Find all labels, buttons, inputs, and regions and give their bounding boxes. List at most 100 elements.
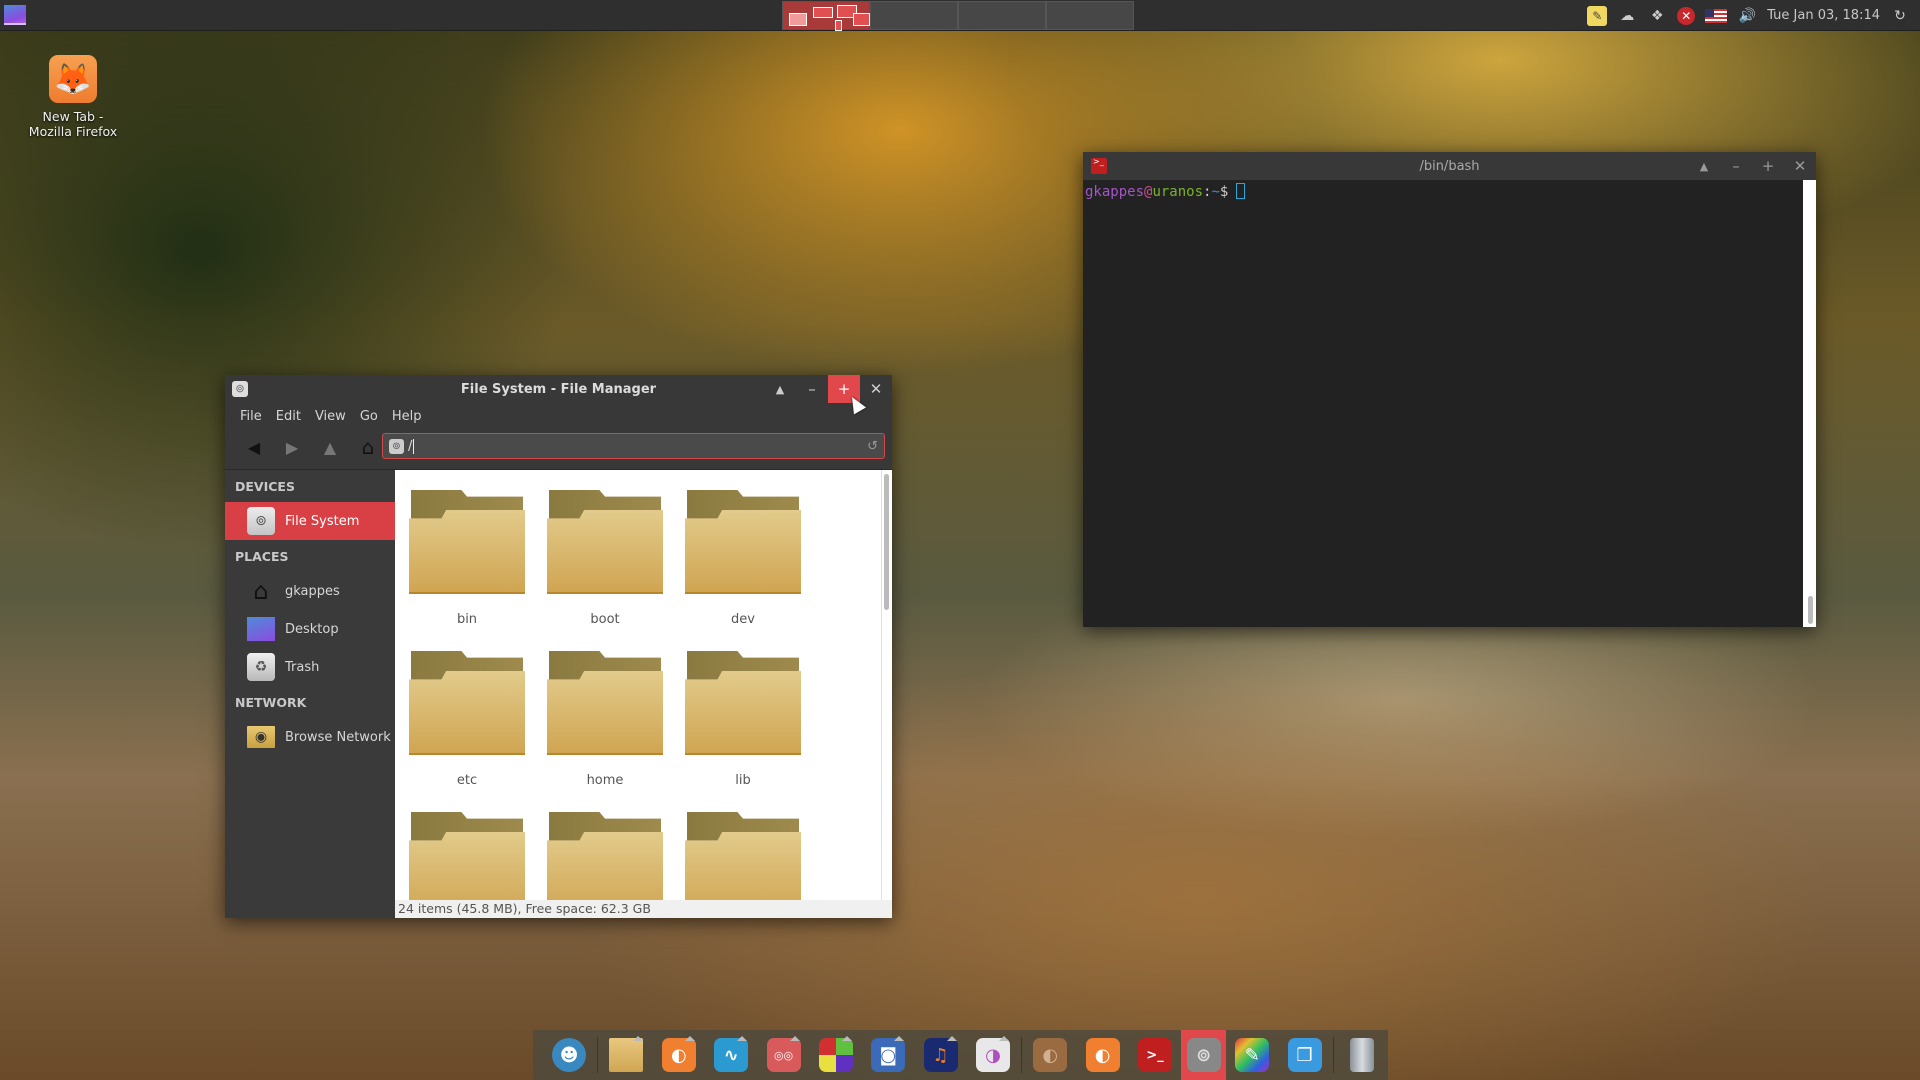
folder-item[interactable]: lib	[685, 651, 801, 802]
sidebar-heading-network: NETWORK	[235, 695, 307, 710]
close-button[interactable]: ✕	[860, 375, 892, 403]
folder-item[interactable]	[685, 812, 801, 900]
workspace-2[interactable]	[870, 1, 958, 30]
terminal-scrollbar[interactable]	[1803, 180, 1816, 627]
minimize-button[interactable]: –	[1720, 152, 1752, 180]
firefox-icon: ◐	[1085, 1038, 1120, 1072]
dock-item-file-system[interactable]: ⊚	[1181, 1030, 1227, 1080]
dock-item-audacity[interactable]: ♫	[914, 1030, 966, 1080]
applications-menu-icon[interactable]	[4, 5, 26, 25]
terminal-titlebar[interactable]: >_ /bin/bash ▲ – + ✕	[1083, 152, 1816, 180]
dock-separator	[1332, 1037, 1334, 1073]
dock-item-screenshot[interactable]: ◙	[862, 1030, 914, 1080]
windows-icon: ❐	[1287, 1038, 1322, 1072]
network-folder-icon: ◉	[247, 726, 275, 748]
keyboard-layout-flag-icon[interactable]	[1705, 8, 1728, 23]
folder-icon	[409, 651, 525, 755]
sidebar-item-file-system[interactable]: ⊚ File System	[225, 502, 395, 540]
dock-separator	[597, 1037, 599, 1073]
status-bar: 24 items (45.8 MB), Free space: 62.3 GB	[395, 900, 892, 918]
sidebar-item-browse-network[interactable]: ◉ Browse Network	[225, 718, 395, 756]
firefox-icon: 🦊	[49, 55, 97, 103]
sidebar-item-desktop[interactable]: Desktop	[225, 610, 395, 648]
folder-icon	[547, 490, 663, 594]
network-error-icon[interactable]: ✕	[1677, 6, 1696, 25]
terminal-output[interactable]: gkappes@uranos:~$	[1083, 180, 1803, 627]
folder-item[interactable]: etc	[409, 651, 525, 802]
dock-item-trash[interactable]	[1336, 1030, 1388, 1080]
shade-button[interactable]: ▲	[764, 375, 796, 403]
sidebar-item-trash[interactable]: ♻ Trash	[225, 648, 395, 686]
up-button[interactable]: ▲	[311, 433, 349, 461]
workspace-4[interactable]	[1046, 1, 1134, 30]
sidebar-item-label: File System	[285, 513, 360, 529]
folder-name: etc	[456, 773, 478, 788]
dock-item-paint[interactable]: ✎	[1226, 1030, 1278, 1080]
firefox-icon: ◐	[661, 1038, 696, 1072]
forward-button[interactable]: ▶	[273, 433, 311, 461]
workspace-1[interactable]	[782, 1, 870, 31]
desktop-icon-firefox[interactable]: 🦊 New Tab - Mozilla Firefox	[18, 55, 128, 139]
toolbar: ◀ ▶ ▲ ⌂ ⊚ / ↺	[225, 429, 892, 465]
dock-item-files[interactable]	[600, 1030, 652, 1080]
folder-name: bin	[456, 612, 478, 627]
folder-item[interactable]	[547, 812, 663, 900]
dock-item-reader[interactable]: ◎◎	[757, 1030, 809, 1080]
dock-item-whisker-menu[interactable]: ☻	[543, 1030, 595, 1080]
dock-item-settings[interactable]: ◑	[967, 1030, 1019, 1080]
system-tray: ✎ ☁ ❖ ✕ 🔊 Tue Jan 03, 18:14 ↻	[1587, 0, 1920, 31]
menu-go[interactable]: Go	[353, 409, 385, 424]
prompt-host: uranos	[1152, 184, 1204, 200]
location-input[interactable]: ⊚ / ↺	[382, 433, 885, 459]
dock-item-terminal[interactable]: >_	[1129, 1030, 1181, 1080]
file-manager-titlebar[interactable]: ⊚ File System - File Manager ▲ – + ✕	[225, 375, 892, 403]
close-button[interactable]: ✕	[1784, 152, 1816, 180]
clock[interactable]: Tue Jan 03, 18:14	[1767, 8, 1880, 23]
scrollbar-thumb[interactable]	[884, 474, 889, 610]
refresh-icon[interactable]: ↻	[1890, 6, 1910, 26]
folder-item[interactable]	[409, 812, 525, 900]
menu-file[interactable]: File	[233, 409, 269, 424]
file-view[interactable]: bin boot dev etc home lib	[395, 470, 892, 900]
menu-view[interactable]: View	[308, 409, 353, 424]
dock-item-windows[interactable]: ❐	[1278, 1030, 1330, 1080]
back-button[interactable]: ◀	[235, 433, 273, 461]
dock-separator	[1021, 1037, 1023, 1073]
folder-item[interactable]: bin	[409, 490, 525, 641]
trash-icon	[1349, 1038, 1374, 1072]
dock-item-color-picker[interactable]	[810, 1030, 862, 1080]
dock-item-firefox[interactable]: ◐	[653, 1030, 705, 1080]
label-line-2: Mozilla Firefox	[28, 124, 118, 139]
sidebar-item-home[interactable]: ⌂ gkappes	[225, 572, 395, 610]
dock-item-firefox-2[interactable]: ◐	[1076, 1030, 1128, 1080]
minimize-button[interactable]: –	[796, 375, 828, 403]
vertical-scrollbar[interactable]	[881, 470, 892, 900]
sidebar-item-label: Trash	[285, 659, 320, 675]
folder-icon	[685, 490, 801, 594]
glasses-icon: ◎◎	[766, 1038, 801, 1072]
shade-button[interactable]: ▲	[1688, 152, 1720, 180]
weather-icon[interactable]: ☁	[1617, 6, 1637, 26]
workspace-switcher	[782, 1, 1136, 31]
menu-edit[interactable]: Edit	[269, 409, 308, 424]
folder-item[interactable]: boot	[547, 490, 663, 641]
sidebar-item-label: Browse Network	[285, 729, 391, 745]
menu-help[interactable]: Help	[385, 409, 429, 424]
terminal-window: >_ /bin/bash ▲ – + ✕ gkappes@uranos:~$	[1083, 152, 1816, 627]
volume-icon[interactable]: 🔊	[1737, 6, 1757, 26]
folder-icon	[547, 651, 663, 755]
folder-item[interactable]: dev	[685, 490, 801, 641]
dock-item-system-monitor[interactable]: ∿	[705, 1030, 757, 1080]
folder-name: lib	[735, 773, 751, 788]
whisker-menu-icon: ☻	[552, 1038, 587, 1072]
menu-bar: File Edit View Go Help	[225, 403, 892, 429]
folder-item[interactable]: home	[547, 651, 663, 802]
location-text[interactable]: /	[408, 438, 415, 454]
dock-item-firefox-dim[interactable]: ◐	[1024, 1030, 1076, 1080]
workspace-3[interactable]	[958, 1, 1046, 30]
dropbox-icon[interactable]: ❖	[1647, 6, 1667, 26]
maximize-button[interactable]: +	[1752, 152, 1784, 180]
scrollbar-thumb[interactable]	[1808, 596, 1813, 624]
reload-icon[interactable]: ↺	[867, 439, 878, 454]
notes-icon[interactable]: ✎	[1587, 5, 1608, 26]
